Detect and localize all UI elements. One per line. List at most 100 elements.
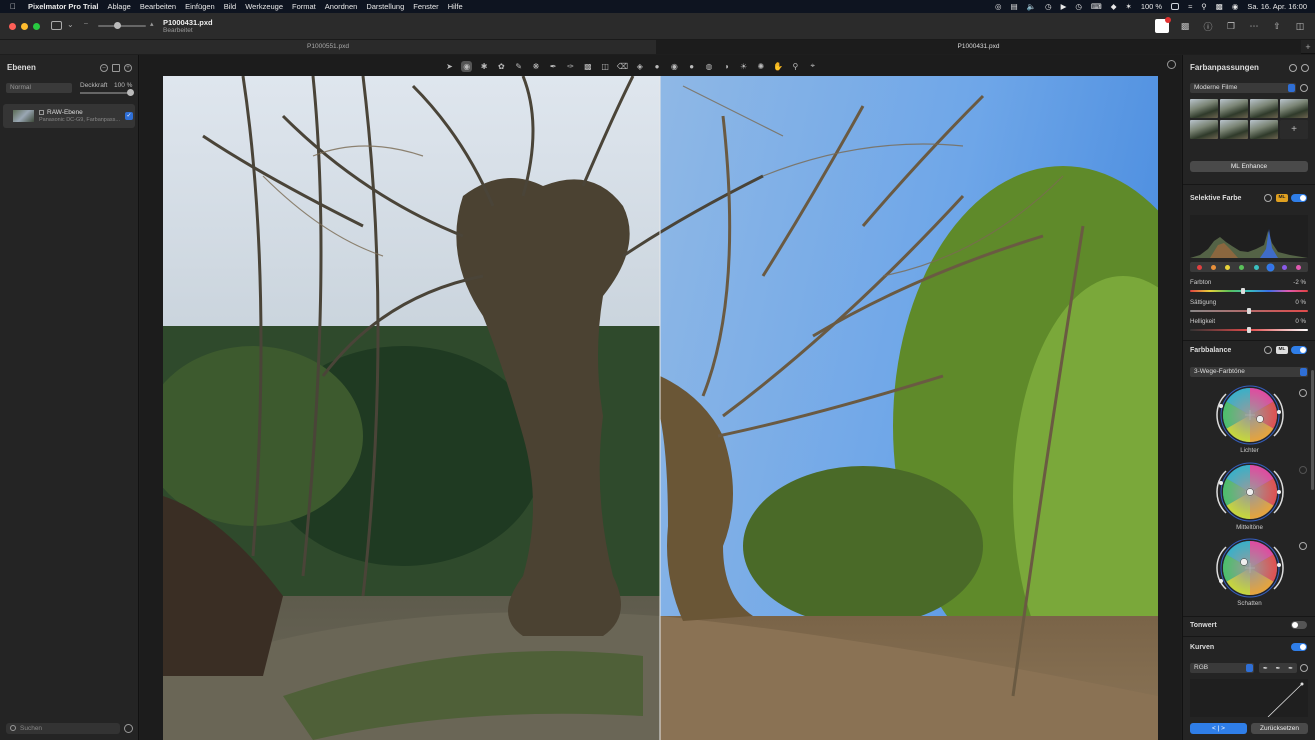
keyboard-icon[interactable]: ⌨	[1091, 2, 1102, 11]
share-icon[interactable]: ⇧	[1270, 19, 1284, 33]
tab-p1000431[interactable]: P1000431.pxd	[656, 40, 1301, 54]
ml-badge[interactable]: ML	[1276, 194, 1288, 202]
slider-value[interactable]: 0 %	[1295, 299, 1306, 306]
gradient-tool-icon[interactable]: ▩	[582, 61, 593, 72]
layer-name[interactable]: RAW-Ebene	[47, 109, 83, 116]
blur-tool-icon[interactable]: ●	[652, 61, 663, 72]
slider-value[interactable]: 0 %	[1295, 318, 1306, 325]
zoom-tool-icon[interactable]: ⚲	[790, 61, 801, 72]
battery-icon[interactable]	[1171, 3, 1180, 10]
color-balance-title[interactable]: Farbbalance	[1190, 347, 1231, 354]
bluetooth-icon[interactable]: ✶	[1126, 2, 1132, 11]
burn-tool-icon[interactable]: ◑	[721, 61, 732, 72]
blend-mode-select[interactable]: Normal	[6, 83, 72, 93]
collapse-icon[interactable]	[1289, 64, 1297, 72]
export-web-icon[interactable]: ▩	[1178, 19, 1192, 33]
smudge-tool-icon[interactable]: ◉	[669, 61, 680, 72]
arrange-icon[interactable]: ❐	[1224, 19, 1238, 33]
sharpen-tool-icon[interactable]: ◈	[634, 61, 645, 72]
menu-hilfe[interactable]: Hilfe	[448, 2, 463, 11]
slider-knob[interactable]	[1247, 307, 1251, 314]
layer-row[interactable]: RAW-Ebene Panasonic DC-G9, Farbanpass...…	[3, 104, 135, 128]
reset-all-button[interactable]: Zurücksetzen	[1251, 723, 1308, 734]
color-swatch[interactable]	[1210, 264, 1216, 270]
canvas-options-icon[interactable]	[1167, 60, 1176, 69]
display-icon[interactable]: ▤	[1011, 2, 1018, 11]
volume-icon[interactable]: 🔈	[1027, 2, 1036, 11]
preset-thumbnail[interactable]	[1220, 99, 1248, 118]
clock-icon[interactable]: ◷	[1075, 2, 1082, 11]
preset-thumbnail[interactable]	[1250, 120, 1278, 139]
wifi-icon[interactable]: ≈	[1188, 2, 1192, 11]
dropbox-icon[interactable]: ◆	[1111, 2, 1117, 11]
new-tab-button[interactable]: +	[1301, 40, 1315, 54]
color-swatch[interactable]	[1296, 264, 1302, 270]
black-eyedropper-icon[interactable]: ✒	[1263, 665, 1268, 672]
add-adjustment-icon[interactable]	[1301, 64, 1309, 72]
opacity-value[interactable]: 100 %	[114, 82, 132, 89]
curves-options-icon[interactable]	[1300, 664, 1308, 672]
opacity-slider[interactable]	[80, 89, 134, 96]
selective-color-toggle[interactable]	[1291, 194, 1307, 202]
preset-thumbnail[interactable]	[1190, 99, 1218, 118]
ml-enhance-button[interactable]: ML Enhance	[1190, 161, 1308, 172]
color-swatch[interactable]	[1282, 264, 1288, 270]
paint-tool-icon[interactable]: ✒	[548, 61, 559, 72]
effects-tool-icon[interactable]: ✱	[479, 61, 490, 72]
timer-icon[interactable]: ◷	[1045, 2, 1052, 11]
fill-tool-icon[interactable]: ◫	[600, 61, 611, 72]
sidebar-right-icon[interactable]: ◫	[1293, 19, 1307, 33]
opacity-slider-knob[interactable]	[127, 89, 134, 96]
slider-value[interactable]: -2 %	[1293, 279, 1306, 286]
compare-button[interactable]: < | >	[1190, 723, 1247, 734]
adjust-tool-icon[interactable]: ◉	[461, 60, 473, 72]
zoom-window-button[interactable]	[33, 23, 40, 30]
zoom-in-icon[interactable]: ▴	[150, 20, 154, 28]
pen-tool-icon[interactable]: ✑	[565, 61, 576, 72]
repair-tool-icon[interactable]: ◍	[703, 61, 714, 72]
menu-bild[interactable]: Bild	[224, 2, 237, 11]
menu-format[interactable]: Format	[292, 2, 316, 11]
clone-tool-icon[interactable]: ●	[686, 61, 697, 72]
curve-graph[interactable]	[1190, 679, 1308, 718]
document-title[interactable]: P1000431.pxd	[163, 18, 213, 27]
minimize-window-button[interactable]	[21, 23, 28, 30]
color-swatch[interactable]	[1225, 264, 1231, 270]
sidebar-toggle-icon[interactable]	[51, 21, 62, 30]
reset-icon[interactable]	[1264, 194, 1272, 202]
preset-thumbnail[interactable]	[1250, 99, 1278, 118]
spotlight-icon[interactable]: ⚲	[1201, 2, 1207, 11]
levels-toggle[interactable]	[1291, 621, 1307, 629]
slider-knob[interactable]	[1247, 327, 1251, 333]
color-wheel[interactable]	[1212, 537, 1288, 599]
curves-toggle[interactable]	[1291, 643, 1307, 651]
levels-title[interactable]: Tonwert	[1190, 622, 1217, 629]
menu-werkzeuge[interactable]: Werkzeuge	[245, 2, 283, 11]
zoom-slider[interactable]	[98, 22, 146, 29]
ml-badge[interactable]: ML	[1276, 346, 1288, 354]
selective-color-title[interactable]: Selektive Farbe	[1190, 195, 1241, 202]
app-menu[interactable]: Pixelmator Pro Trial	[28, 2, 98, 11]
color-swatch[interactable]	[1253, 264, 1259, 270]
menu-anordnen[interactable]: Anordnen	[325, 2, 358, 11]
vpn-icon[interactable]: ◎	[995, 2, 1002, 11]
color-swatch[interactable]	[1267, 264, 1273, 270]
add-layer-icon[interactable]: +	[124, 64, 132, 72]
color-wheel[interactable]	[1212, 384, 1288, 446]
photo-canvas[interactable]	[163, 76, 1158, 740]
curves-title[interactable]: Kurven	[1190, 644, 1214, 651]
color-swatch[interactable]	[1196, 264, 1202, 270]
preset-thumbnail[interactable]	[1220, 120, 1248, 139]
filter-icon[interactable]	[124, 724, 133, 733]
crop-tool-icon[interactable]: ⌖	[807, 61, 818, 72]
reset-icon[interactable]	[1264, 346, 1272, 354]
arrange-tool-icon[interactable]: ➤	[444, 61, 455, 72]
preset-collection-select[interactable]: Moderne Filme	[1190, 83, 1296, 93]
erase-tool-icon[interactable]: ⌫	[617, 61, 628, 72]
battery-label[interactable]: 100 %	[1141, 2, 1162, 11]
menu-darstellung[interactable]: Darstellung	[366, 2, 404, 11]
menubar-clock[interactable]: Sa. 16. Apr. 16:00	[1247, 2, 1307, 11]
preset-thumbnail[interactable]	[1280, 99, 1308, 118]
siri-icon[interactable]: ◉	[1232, 2, 1239, 11]
more-icon[interactable]: ⋯	[1247, 19, 1261, 33]
